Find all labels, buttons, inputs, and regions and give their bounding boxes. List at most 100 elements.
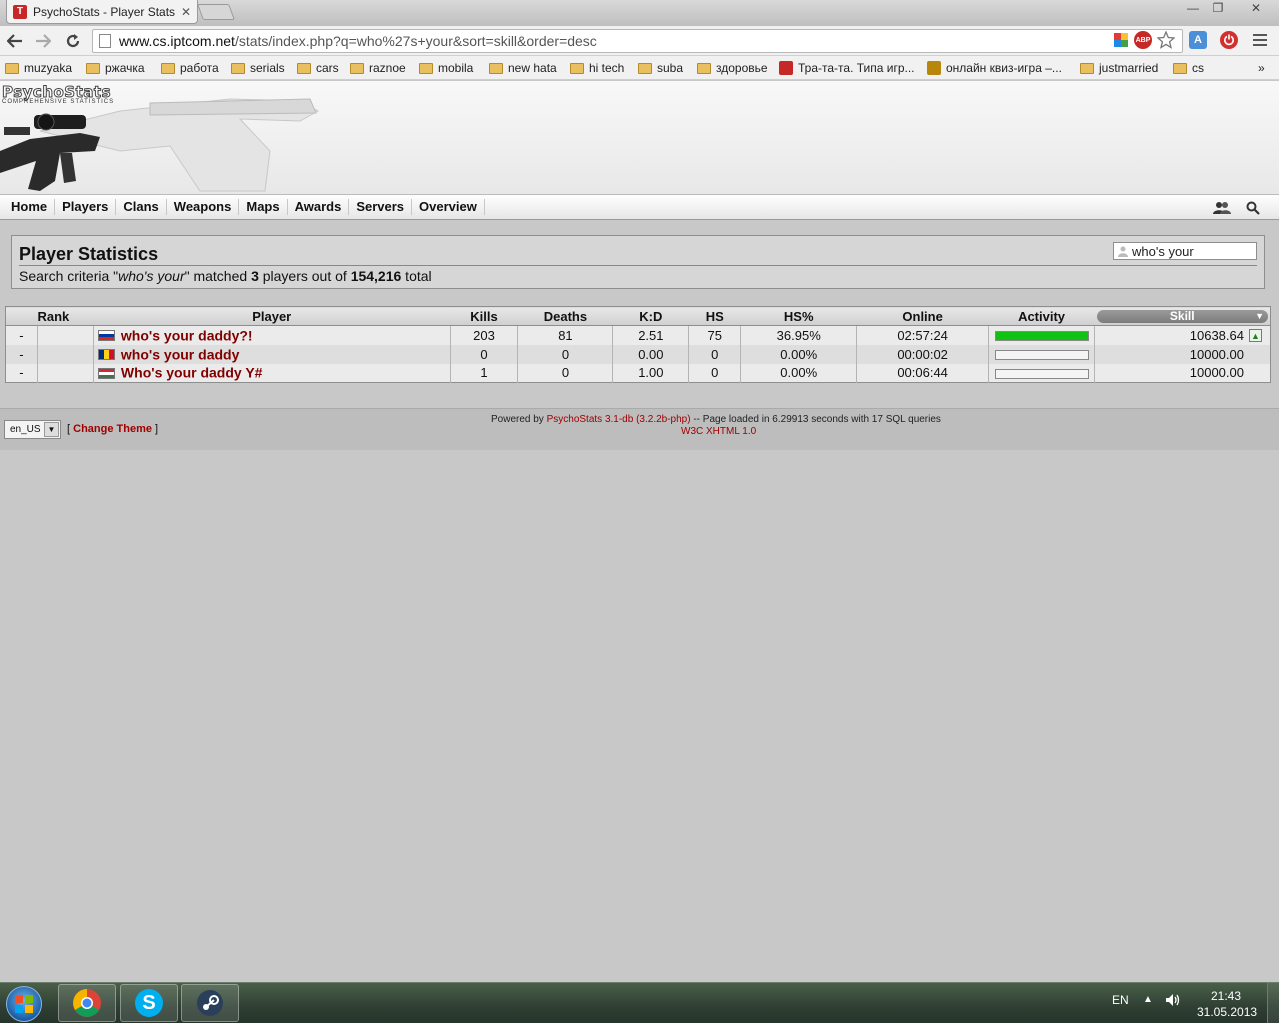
- menu-icon[interactable]: [1251, 31, 1269, 49]
- tab-favicon-icon: T: [13, 4, 27, 19]
- player-cell: who's your daddy?!: [92, 325, 451, 345]
- folder-icon: [1173, 62, 1187, 74]
- adblock-icon[interactable]: ABP: [1134, 31, 1152, 49]
- hs-pct-cell: 0.00%: [740, 363, 857, 383]
- hs-pct-cell: 0.00%: [740, 344, 857, 364]
- nav-overview[interactable]: Overview: [412, 199, 485, 215]
- col-kd[interactable]: K:D: [612, 306, 689, 326]
- rank-cell: -: [5, 325, 38, 345]
- maximize-button[interactable]: ❐: [1206, 0, 1230, 16]
- table-row: - who's your daddy?! 203 81 2.51 75 36.95% 02:5…: [5, 325, 1271, 345]
- keyboard-language[interactable]: EN: [1112, 993, 1129, 1007]
- col-activity[interactable]: Activity: [988, 306, 1095, 326]
- taskbar-steam[interactable]: [181, 984, 239, 1022]
- col-player[interactable]: Player: [93, 306, 451, 326]
- power-extension-icon[interactable]: [1220, 31, 1238, 49]
- close-window-button[interactable]: ✕: [1239, 0, 1273, 16]
- browser-toolbar: www.cs.iptcom.net/stats/index.php?q=who%…: [0, 26, 1279, 56]
- col-deaths[interactable]: Deaths: [517, 306, 613, 326]
- activity-bar-fill: [995, 332, 1088, 341]
- folder-icon: [5, 62, 19, 74]
- search-icon[interactable]: [1244, 200, 1262, 216]
- deaths-cell: 0: [517, 363, 613, 383]
- web-page: PsychoStats COMPREHENSIVE STATISTICS Hom…: [0, 81, 1279, 980]
- nav-maps[interactable]: Maps: [239, 199, 288, 215]
- nav-clans[interactable]: Clans: [116, 199, 167, 215]
- taskbar-skype[interactable]: S: [120, 984, 178, 1022]
- taskbar-chrome[interactable]: [58, 984, 116, 1022]
- player-search-box: [1113, 242, 1257, 260]
- reload-icon[interactable]: [62, 30, 84, 52]
- kd-cell: 0.00: [612, 344, 689, 364]
- col-skill[interactable]: Skill ▼: [1094, 306, 1271, 326]
- activity-bar: [994, 368, 1089, 379]
- col-hs[interactable]: HS: [688, 306, 741, 326]
- bookmark-star-icon[interactable]: [1157, 31, 1175, 49]
- bookmark-tratata[interactable]: Тра-та-та. Типа игр...: [779, 59, 915, 77]
- sort-desc-icon: ▼: [1255, 310, 1264, 321]
- bookmark-folder-11[interactable]: здоровье: [697, 59, 768, 77]
- bookmark-cars[interactable]: cars: [297, 59, 339, 77]
- activity-cell: [988, 363, 1095, 383]
- player-name-link[interactable]: Who's your daddy Y#: [121, 365, 263, 381]
- skill-value: 10000.00: [1189, 346, 1244, 362]
- tab-close-icon[interactable]: ✕: [181, 5, 191, 19]
- skype-icon: S: [135, 989, 163, 1017]
- table-row: - who's your daddy 0 0 0.00 0 0.00% 00:00:02 100…: [5, 344, 1271, 364]
- bookmark-mobila[interactable]: mobila: [419, 59, 473, 77]
- nav-servers[interactable]: Servers: [349, 199, 413, 215]
- folder-icon: [86, 62, 100, 74]
- browser-tab-active[interactable]: T PsychoStats - Player Stats ✕: [6, 0, 198, 24]
- language-select[interactable]: en_US ▼: [4, 420, 61, 439]
- nav-awards[interactable]: Awards: [288, 199, 350, 215]
- address-url[interactable]: www.cs.iptcom.net/stats/index.php?q=who%…: [119, 33, 597, 49]
- clock-date[interactable]: 31.05.2013: [1197, 1005, 1257, 1019]
- show-desktop-button[interactable]: [1267, 983, 1279, 1023]
- bookmark-hi-tech[interactable]: hi tech: [570, 59, 624, 77]
- bookmark-new-hata[interactable]: new hata: [489, 59, 557, 77]
- col-kills[interactable]: Kills: [450, 306, 518, 326]
- player-search-input[interactable]: [1132, 243, 1254, 259]
- bookmark-raznoe[interactable]: raznoe: [350, 59, 406, 77]
- player-name-link[interactable]: who's your daddy?!: [121, 328, 253, 344]
- address-bar[interactable]: www.cs.iptcom.net/stats/index.php?q=who%…: [92, 29, 1183, 53]
- bookmark-justmarried[interactable]: justmarried: [1080, 59, 1158, 77]
- show-hidden-icons-button[interactable]: ▲: [1143, 994, 1153, 1005]
- bookmark-quiz[interactable]: онлайн квиз-игра –...: [927, 59, 1062, 77]
- bookmark-suba[interactable]: suba: [638, 59, 683, 77]
- nav-players[interactable]: Players: [55, 199, 117, 215]
- online-cell: 02:57:24: [856, 325, 989, 345]
- col-online[interactable]: Online: [856, 306, 989, 326]
- bookmark-folder-3[interactable]: работа: [161, 59, 219, 77]
- folder-icon: [231, 62, 245, 74]
- bookmark-cs[interactable]: cs: [1173, 59, 1204, 77]
- minimize-button[interactable]: —: [1181, 0, 1205, 16]
- psychostats-link[interactable]: PsychoStats 3.1-db (3.2.2b-php): [547, 414, 691, 425]
- deaths-cell: 81: [517, 325, 613, 345]
- volume-icon[interactable]: [1164, 991, 1182, 1009]
- back-icon[interactable]: [4, 30, 26, 52]
- bookmark-folder-2[interactable]: ржачка: [86, 59, 145, 77]
- new-tab-button[interactable]: [197, 4, 235, 20]
- translate-icon[interactable]: A: [1189, 31, 1207, 49]
- player-name-link[interactable]: who's your daddy: [121, 346, 239, 362]
- change-theme-link[interactable]: Change Theme: [73, 423, 152, 435]
- powered-by: Powered by PsychoStats 3.1-db (3.2.2b-ph…: [491, 414, 941, 425]
- col-hs-pct[interactable]: HS%: [740, 306, 857, 326]
- col-rank[interactable]: Rank: [37, 306, 94, 326]
- extension-colorful-icon[interactable]: [1112, 31, 1130, 49]
- players-table-body: - who's your daddy?! 203 81 2.51 75 36.95% 02:5…: [5, 325, 1271, 383]
- bookmark-serials[interactable]: serials: [231, 59, 285, 77]
- forward-icon[interactable]: [32, 30, 54, 52]
- rifle-banner-image: [0, 98, 320, 192]
- bookmarks-overflow-button[interactable]: »: [1258, 59, 1265, 77]
- clock-time[interactable]: 21:43: [1211, 989, 1241, 1003]
- table-header-row: Rank Player Kills Deaths K:D HS HS% Onli…: [5, 306, 1271, 326]
- nav-weapons[interactable]: Weapons: [167, 199, 240, 215]
- users-icon[interactable]: [1213, 200, 1231, 216]
- w3c-link[interactable]: W3C XHTML 1.0: [681, 426, 756, 437]
- start-button[interactable]: [6, 986, 42, 1022]
- bookmark-muzyaka[interactable]: muzyaka: [5, 59, 72, 77]
- nav-home[interactable]: Home: [4, 199, 56, 215]
- folder-icon: [297, 62, 311, 74]
